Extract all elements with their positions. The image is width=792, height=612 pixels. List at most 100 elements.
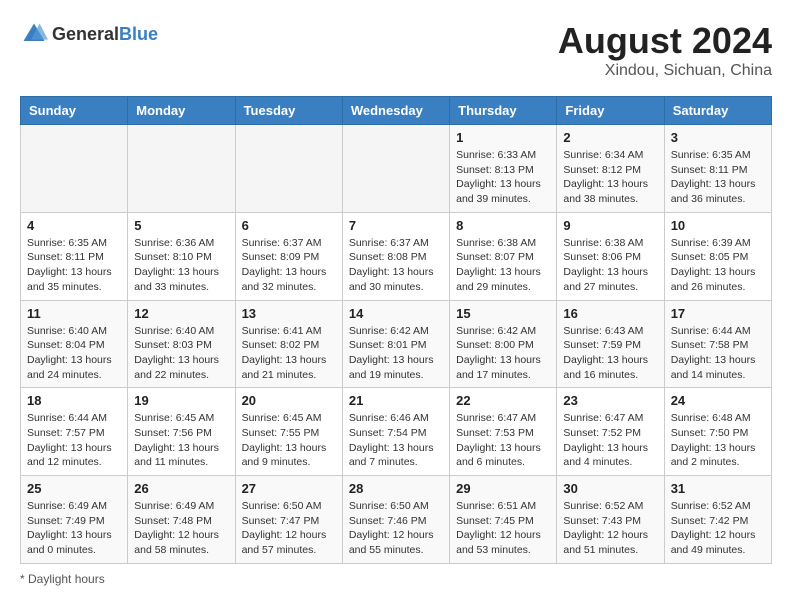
day-info: Sunrise: 6:46 AM Sunset: 7:54 PM Dayligh…	[349, 411, 443, 470]
day-info: Sunrise: 6:49 AM Sunset: 7:48 PM Dayligh…	[134, 499, 228, 558]
day-info: Sunrise: 6:52 AM Sunset: 7:42 PM Dayligh…	[671, 499, 765, 558]
day-number: 15	[456, 306, 550, 321]
page-header: GeneralBlue August 2024 Xindou, Sichuan,…	[20, 20, 772, 80]
calendar-cell: 3 Sunrise: 6:35 AM Sunset: 8:11 PM Daylig…	[664, 125, 771, 213]
day-number: 11	[27, 306, 121, 321]
day-number: 23	[563, 393, 657, 408]
calendar-cell: 13 Sunrise: 6:41 AM Sunset: 8:02 PM Dayli…	[235, 300, 342, 388]
day-number: 25	[27, 481, 121, 496]
day-number: 27	[242, 481, 336, 496]
day-number: 24	[671, 393, 765, 408]
footer-note-text: Daylight hours	[28, 572, 105, 586]
day-number: 18	[27, 393, 121, 408]
logo: GeneralBlue	[20, 20, 158, 48]
calendar-cell: 2 Sunrise: 6:34 AM Sunset: 8:12 PM Daylig…	[557, 125, 664, 213]
day-info: Sunrise: 6:40 AM Sunset: 8:03 PM Dayligh…	[134, 324, 228, 383]
day-info: Sunrise: 6:38 AM Sunset: 8:07 PM Dayligh…	[456, 236, 550, 295]
weekday-header-tuesday: Tuesday	[235, 97, 342, 125]
day-info: Sunrise: 6:45 AM Sunset: 7:55 PM Dayligh…	[242, 411, 336, 470]
day-number: 28	[349, 481, 443, 496]
day-info: Sunrise: 6:37 AM Sunset: 8:09 PM Dayligh…	[242, 236, 336, 295]
day-number: 5	[134, 218, 228, 233]
calendar-cell: 27 Sunrise: 6:50 AM Sunset: 7:47 PM Dayli…	[235, 476, 342, 564]
logo-general: General	[52, 24, 119, 44]
day-info: Sunrise: 6:40 AM Sunset: 8:04 PM Dayligh…	[27, 324, 121, 383]
day-info: Sunrise: 6:44 AM Sunset: 7:57 PM Dayligh…	[27, 411, 121, 470]
calendar-cell: 14 Sunrise: 6:42 AM Sunset: 8:01 PM Dayli…	[342, 300, 449, 388]
calendar-cell: 21Sunrise: 6:46 AM Sunset: 7:54 PM Dayli…	[342, 388, 449, 476]
calendar-cell: 20 Sunrise: 6:45 AM Sunset: 7:55 PM Dayli…	[235, 388, 342, 476]
day-info: Sunrise: 6:36 AM Sunset: 8:10 PM Dayligh…	[134, 236, 228, 295]
day-info: Sunrise: 6:44 AM Sunset: 7:58 PM Dayligh…	[671, 324, 765, 383]
calendar-cell: 25 Sunrise: 6:49 AM Sunset: 7:49 PM Dayli…	[21, 476, 128, 564]
day-number: 17	[671, 306, 765, 321]
day-info: Sunrise: 6:52 AM Sunset: 7:43 PM Dayligh…	[563, 499, 657, 558]
weekday-header-thursday: Thursday	[450, 97, 557, 125]
calendar-cell: 26 Sunrise: 6:49 AM Sunset: 7:48 PM Dayli…	[128, 476, 235, 564]
day-info: Sunrise: 6:42 AM Sunset: 8:01 PM Dayligh…	[349, 324, 443, 383]
calendar-table: SundayMondayTuesdayWednesdayThursdayFrid…	[20, 96, 772, 564]
day-number: 12	[134, 306, 228, 321]
day-number: 20	[242, 393, 336, 408]
day-info: Sunrise: 6:43 AM Sunset: 7:59 PM Dayligh…	[563, 324, 657, 383]
calendar-cell	[342, 125, 449, 213]
calendar-cell: 10Sunrise: 6:39 AM Sunset: 8:05 PM Dayli…	[664, 212, 771, 300]
weekday-header-friday: Friday	[557, 97, 664, 125]
calendar-cell: 17 Sunrise: 6:44 AM Sunset: 7:58 PM Dayli…	[664, 300, 771, 388]
day-info: Sunrise: 6:47 AM Sunset: 7:52 PM Dayligh…	[563, 411, 657, 470]
day-number: 3	[671, 130, 765, 145]
day-number: 22	[456, 393, 550, 408]
day-info: Sunrise: 6:50 AM Sunset: 7:46 PM Dayligh…	[349, 499, 443, 558]
day-info: Sunrise: 6:38 AM Sunset: 8:06 PM Dayligh…	[563, 236, 657, 295]
day-number: 9	[563, 218, 657, 233]
day-info: Sunrise: 6:33 AM Sunset: 8:13 PM Dayligh…	[456, 148, 550, 207]
day-number: 1	[456, 130, 550, 145]
calendar-cell: 6Sunrise: 6:37 AM Sunset: 8:09 PM Daylig…	[235, 212, 342, 300]
calendar-cell: 19Sunrise: 6:45 AM Sunset: 7:56 PM Dayli…	[128, 388, 235, 476]
logo-text: GeneralBlue	[52, 24, 158, 45]
day-number: 14	[349, 306, 443, 321]
week-row-2: 4Sunrise: 6:35 AM Sunset: 8:11 PM Daylig…	[21, 212, 772, 300]
day-info: Sunrise: 6:35 AM Sunset: 8:11 PM Dayligh…	[671, 148, 765, 207]
day-info: Sunrise: 6:50 AM Sunset: 7:47 PM Dayligh…	[242, 499, 336, 558]
day-number: 31	[671, 481, 765, 496]
footer-note: * Daylight hours	[20, 572, 772, 586]
day-info: Sunrise: 6:49 AM Sunset: 7:49 PM Dayligh…	[27, 499, 121, 558]
weekday-header-sunday: Sunday	[21, 97, 128, 125]
day-info: Sunrise: 6:41 AM Sunset: 8:02 PM Dayligh…	[242, 324, 336, 383]
calendar-cell: 29 Sunrise: 6:51 AM Sunset: 7:45 PM Dayli…	[450, 476, 557, 564]
week-row-4: 18 Sunrise: 6:44 AM Sunset: 7:57 PM Dayli…	[21, 388, 772, 476]
day-info: Sunrise: 6:42 AM Sunset: 8:00 PM Dayligh…	[456, 324, 550, 383]
calendar-cell: 15 Sunrise: 6:42 AM Sunset: 8:00 PM Dayli…	[450, 300, 557, 388]
title-block: August 2024 Xindou, Sichuan, China	[558, 20, 772, 80]
day-number: 7	[349, 218, 443, 233]
week-row-3: 11 Sunrise: 6:40 AM Sunset: 8:04 PM Dayli…	[21, 300, 772, 388]
day-info: Sunrise: 6:37 AM Sunset: 8:08 PM Dayligh…	[349, 236, 443, 295]
day-number: 19	[134, 393, 228, 408]
calendar-cell: 18 Sunrise: 6:44 AM Sunset: 7:57 PM Dayli…	[21, 388, 128, 476]
calendar-cell	[21, 125, 128, 213]
week-row-1: 1 Sunrise: 6:33 AM Sunset: 8:13 PM Daylig…	[21, 125, 772, 213]
weekday-header-wednesday: Wednesday	[342, 97, 449, 125]
day-info: Sunrise: 6:34 AM Sunset: 8:12 PM Dayligh…	[563, 148, 657, 207]
day-number: 16	[563, 306, 657, 321]
calendar-cell: 30Sunrise: 6:52 AM Sunset: 7:43 PM Dayli…	[557, 476, 664, 564]
day-info: Sunrise: 6:39 AM Sunset: 8:05 PM Dayligh…	[671, 236, 765, 295]
day-number: 2	[563, 130, 657, 145]
calendar-cell: 12 Sunrise: 6:40 AM Sunset: 8:03 PM Dayli…	[128, 300, 235, 388]
calendar-cell: 1 Sunrise: 6:33 AM Sunset: 8:13 PM Daylig…	[450, 125, 557, 213]
day-number: 26	[134, 481, 228, 496]
day-number: 8	[456, 218, 550, 233]
day-info: Sunrise: 6:47 AM Sunset: 7:53 PM Dayligh…	[456, 411, 550, 470]
day-info: Sunrise: 6:35 AM Sunset: 8:11 PM Dayligh…	[27, 236, 121, 295]
week-row-5: 25 Sunrise: 6:49 AM Sunset: 7:49 PM Dayli…	[21, 476, 772, 564]
location-subtitle: Xindou, Sichuan, China	[558, 62, 772, 80]
calendar-cell: 4Sunrise: 6:35 AM Sunset: 8:11 PM Daylig…	[21, 212, 128, 300]
day-info: Sunrise: 6:51 AM Sunset: 7:45 PM Dayligh…	[456, 499, 550, 558]
weekday-header-row: SundayMondayTuesdayWednesdayThursdayFrid…	[21, 97, 772, 125]
day-number: 13	[242, 306, 336, 321]
logo-blue: Blue	[119, 24, 158, 44]
day-number: 29	[456, 481, 550, 496]
calendar-cell: 23 Sunrise: 6:47 AM Sunset: 7:52 PM Dayli…	[557, 388, 664, 476]
calendar-cell: 31 Sunrise: 6:52 AM Sunset: 7:42 PM Dayli…	[664, 476, 771, 564]
